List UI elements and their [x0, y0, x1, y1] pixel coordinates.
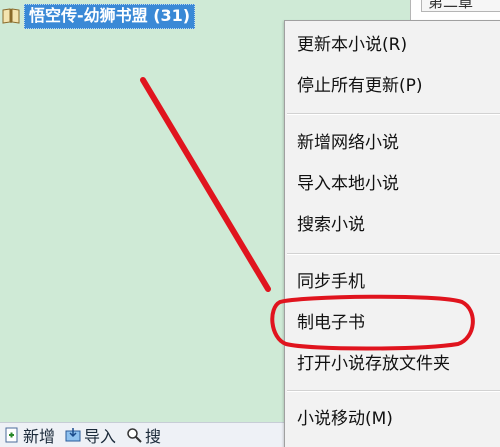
menu-item-stop-all-updates[interactable]: 停止所有更新(P)	[297, 74, 423, 98]
book-icon	[2, 8, 20, 24]
context-menu: 更新本小说(R) 停止所有更新(P) 新增网络小说 导入本地小说 搜索小说 同步…	[284, 20, 500, 447]
import-button[interactable]: 导入	[65, 423, 116, 447]
import-icon	[65, 427, 81, 443]
new-button-label: 新增	[23, 427, 56, 446]
menu-separator	[287, 253, 500, 255]
menu-item-add-web-novel[interactable]: 新增网络小说	[297, 131, 399, 155]
menu-separator	[287, 390, 500, 392]
menu-item-move-novel[interactable]: 小说移动(M)	[297, 407, 393, 431]
menu-item-sync-phone[interactable]: 同步手机	[297, 270, 365, 294]
import-button-label: 导入	[84, 427, 117, 446]
search-button-label: 搜	[145, 427, 162, 446]
menu-item-import-local-novel[interactable]: 导入本地小说	[297, 172, 399, 196]
menu-item-make-ebook[interactable]: 制电子书	[297, 311, 365, 335]
menu-separator	[287, 113, 500, 115]
tree-node-label[interactable]: 悟空传-幼狮书盟 (31)	[24, 3, 196, 29]
new-icon	[4, 427, 20, 443]
search-icon	[126, 427, 142, 443]
app-window: 悟空传-幼狮书盟 (31) 第二章 新增 导入 搜 更新本小说(R) 停止所有更…	[0, 0, 500, 447]
search-button[interactable]: 搜	[126, 423, 161, 447]
new-button[interactable]: 新增	[4, 423, 55, 447]
menu-item-update-novel[interactable]: 更新本小说(R)	[297, 33, 407, 57]
chapter-tab[interactable]: 第二章	[421, 0, 500, 12]
menu-item-open-novel-folder[interactable]: 打开小说存放文件夹	[297, 352, 450, 376]
tree-node-novel[interactable]: 悟空传-幼狮书盟 (31)	[2, 3, 196, 29]
menu-item-search-novel[interactable]: 搜索小说	[297, 213, 365, 237]
